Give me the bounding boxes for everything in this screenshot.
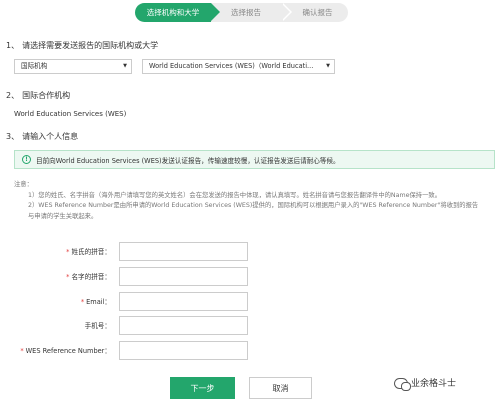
section-3-number: 3、 [6, 132, 20, 141]
notes-heading: 注意： [14, 181, 33, 188]
step-progress-bar: 选择机构和大学 选择报告 确认报告 [135, 3, 348, 22]
cancel-button[interactable]: 取消 [249, 377, 312, 399]
last-name-input[interactable] [119, 242, 248, 261]
wes-reference-input[interactable] [119, 341, 248, 360]
section-3-label: 请输入个人信息 [22, 132, 79, 141]
required-mark: * [80, 298, 85, 306]
watermark: 业余格斗士 [394, 376, 457, 391]
last-name-label: * 姓氏的拼音： [66, 248, 111, 256]
section-2-number: 2、 [6, 91, 20, 100]
first-name-label: * 名字的拼音： [66, 273, 111, 281]
section-1-number: 1、 [6, 41, 20, 50]
info-icon: ! [22, 155, 31, 164]
step-select-report: 选择报告 [211, 3, 292, 22]
required-mark: * [66, 273, 70, 281]
section-2-title: 2、 国际合作机构 [6, 90, 70, 101]
info-alert-text: 目前向World Education Services (WES)发送认证报告，… [36, 157, 340, 165]
institution-type-value: 国际机构 [21, 62, 48, 70]
watermark-text: 业余格斗士 [411, 379, 457, 389]
section-1-title: 1、 请选择需要发送报告的国际机构或大学 [6, 40, 158, 51]
institution-select[interactable]: World Education Services (WES)（World Edu… [142, 59, 335, 74]
chevron-down-icon: ▼ [123, 63, 127, 69]
next-step-button[interactable]: 下一步 [170, 377, 235, 399]
required-mark: * [20, 347, 24, 355]
note-2: 2）WES Reference Number是由所申请的World Educat… [28, 202, 479, 220]
chevron-down-icon: ▼ [326, 63, 330, 69]
institution-value: World Education Services (WES)（World Edu… [149, 62, 314, 70]
section-3-title: 3、 请输入个人信息 [6, 131, 78, 142]
email-label: * Email： [80, 298, 111, 306]
first-name-input[interactable] [119, 267, 248, 286]
section-1-label: 请选择需要发送报告的国际机构或大学 [22, 41, 159, 50]
institution-type-select[interactable]: 国际机构 ▼ [14, 59, 132, 74]
step-select-institution: 选择机构和大学 [135, 3, 220, 22]
phone-input[interactable] [119, 316, 248, 335]
wes-reference-label: * WES Reference Number： [20, 347, 111, 355]
phone-label: 手机号： [84, 322, 111, 330]
section-2-label: 国际合作机构 [22, 91, 71, 100]
required-mark: * [66, 248, 70, 256]
notes-block: 注意： 1）您的姓氏、名字拼音（海外用户请填写您的英文姓名）会在您发送的报告中体… [14, 180, 484, 222]
note-1: 1）您的姓氏、名字拼音（海外用户请填写您的英文姓名）会在您发送的报告中体现，请认… [28, 191, 441, 199]
email-input[interactable] [119, 292, 248, 311]
wechat-icon [394, 378, 411, 391]
partner-institution-value: World Education Services (WES) [14, 110, 127, 118]
info-alert: ! 目前向World Education Services (WES)发送认证报… [14, 150, 495, 169]
